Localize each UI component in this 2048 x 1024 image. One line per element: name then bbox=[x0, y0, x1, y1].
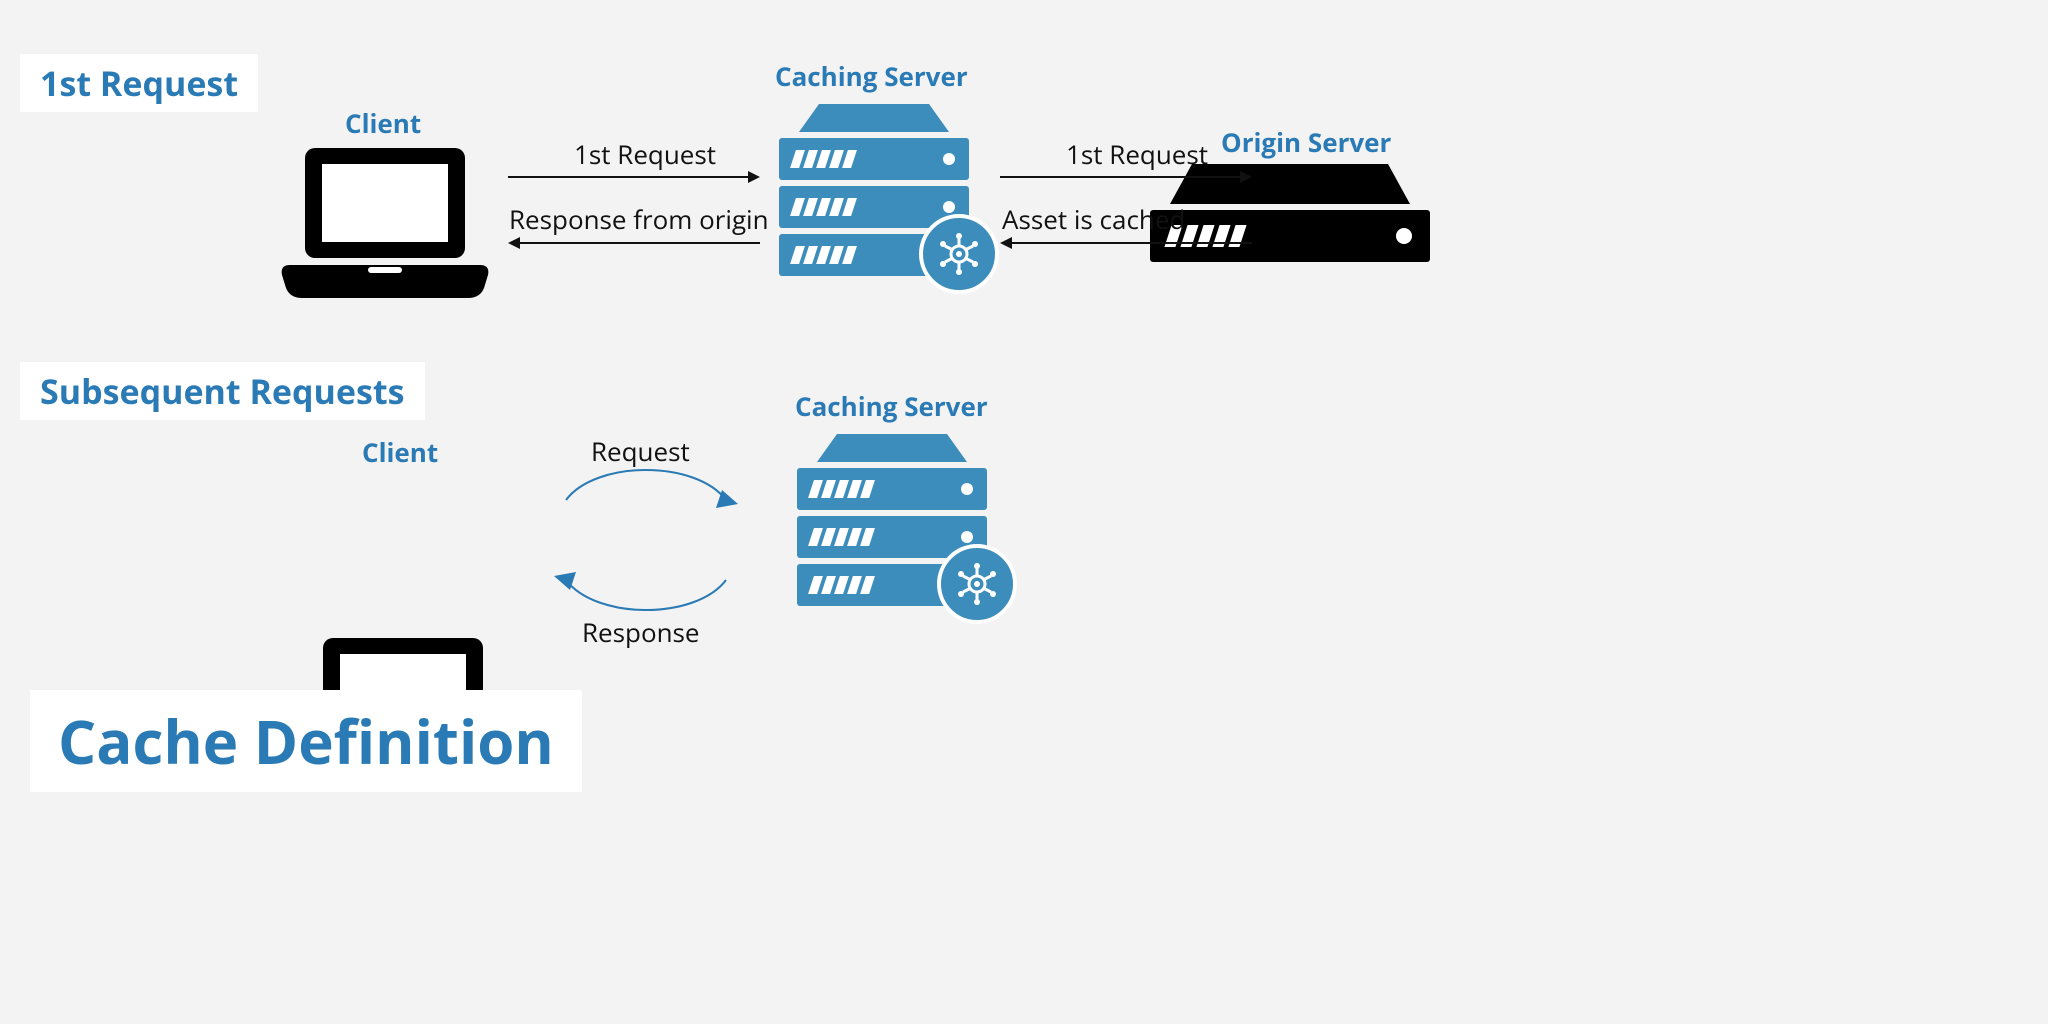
section-heading-first-label: 1st Request bbox=[40, 60, 238, 106]
arrow-right-icon bbox=[1000, 170, 1252, 184]
cache-badge-icon-1 bbox=[919, 214, 999, 294]
flow-origin-to-cache-label: Asset is cached bbox=[1002, 201, 1185, 237]
cycle-arrows-icon bbox=[546, 460, 746, 620]
main-title-box: Cache Definition bbox=[30, 690, 582, 792]
client-label-2: Client bbox=[362, 434, 438, 470]
arrow-left-icon bbox=[1000, 236, 1252, 250]
origin-server-label: Origin Server bbox=[1221, 124, 1391, 160]
section-heading-subsequent: Subsequent Requests bbox=[20, 362, 425, 420]
flow-client-to-cache-label: 1st Request bbox=[574, 136, 716, 172]
client-label-1: Client bbox=[345, 105, 421, 141]
caching-server-label-1: Caching Server bbox=[775, 58, 968, 94]
cache-badge-icon-2 bbox=[937, 544, 1017, 624]
arrow-right-icon bbox=[508, 170, 760, 184]
flow-cache-to-client-label: Response from origin bbox=[509, 201, 769, 237]
caching-server-icon-2 bbox=[797, 434, 987, 606]
caching-server-icon-1 bbox=[779, 104, 969, 276]
laptop-icon-1 bbox=[280, 140, 490, 300]
section-heading-subsequent-label: Subsequent Requests bbox=[40, 368, 405, 414]
main-title: Cache Definition bbox=[58, 700, 554, 782]
caching-server-label-2: Caching Server bbox=[795, 388, 988, 424]
flow-cache-to-origin-label: 1st Request bbox=[1066, 136, 1208, 172]
arrow-left-icon bbox=[508, 236, 760, 250]
section-heading-first: 1st Request bbox=[20, 54, 258, 112]
